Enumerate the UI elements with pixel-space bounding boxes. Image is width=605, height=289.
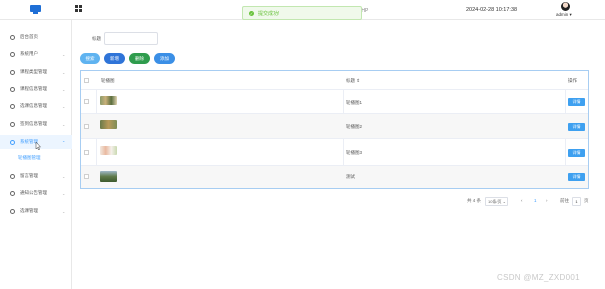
mouse-pointer-icon [35,142,41,150]
search-input[interactable] [104,32,158,45]
page-size-select[interactable]: 10条/页 ⌄ [485,197,508,206]
folder-icon [10,139,15,145]
menu-toggle-icon[interactable] [75,5,82,12]
page-number[interactable]: 1 [534,198,537,203]
detail-button[interactable]: 详情 [568,98,585,106]
chat-icon [10,173,15,179]
sidebar-item-label: 系统用户 [20,51,38,56]
row-title: 轮播图3 [346,150,363,155]
sidebar-item-home[interactable]: 后台首页 [0,30,72,44]
success-toast: ✓ 提交成功! [242,6,362,20]
column-header-title[interactable]: 标题 ⇕ [346,78,360,84]
sidebar-item-label: 后台首页 [20,34,38,39]
goto-label: 前往 [560,198,569,203]
row-checkbox[interactable] [84,99,89,104]
row-title: 测试 [346,174,355,179]
pagination-total: 共 4 条 [467,198,482,203]
chevron-down-icon: ⌄ [62,173,66,179]
carousel-thumbnail [100,96,117,105]
sidebar-item-label: 签到信息管理 [20,121,47,126]
sidebar-item-selection[interactable]: 选课管理 ⌄ [0,204,72,218]
sidebar-item-enrollment[interactable]: 选课信息管理 ⌄ [0,99,72,113]
bell-icon [10,190,15,196]
row-checkbox[interactable] [84,124,89,129]
sidebar-item-label: 课程信息管理 [20,86,47,91]
datetime-display: 2024-02-28 10:17:38 [466,7,518,13]
detail-button[interactable]: 详情 [568,173,585,181]
sidebar-item-label: 留言管理 [20,173,38,178]
sidebar-item-label: 通知公告管理 [20,190,47,195]
extra-button[interactable]: 添加 [154,53,175,64]
sidebar-subitem-label: 轮播图管理 [18,155,41,160]
column-header-image: 轮播图 [101,78,115,83]
username: admin [556,12,569,17]
table-row: 轮播图1 详情 [81,90,588,114]
goto-page-input[interactable]: 1 [572,197,581,206]
row-title: 轮播图2 [346,124,363,129]
sidebar-item-users[interactable]: 系统用户 ⌄ [0,47,72,61]
user-dropdown[interactable]: admin ▾ [556,12,572,18]
search-button[interactable]: 搜索 [80,53,100,64]
row-title: 轮播图1 [346,100,363,105]
sidebar-item-checkin[interactable]: 签到信息管理 ⌄ [0,117,72,131]
chevron-down-icon: ⌄ [62,103,66,109]
prev-page-button[interactable]: ‹ [521,198,523,203]
avatar[interactable] [561,2,570,11]
home-icon [10,34,15,40]
table-header-row: 轮播图 标题 ⇕ 操作 [81,71,588,90]
row-checkbox[interactable] [84,174,89,179]
page-unit-label: 页 [584,198,589,203]
column-header-action: 操作 [568,78,577,83]
add-button[interactable]: 新增 [104,53,125,64]
chevron-down-icon: ⌄ [62,51,66,57]
delete-button[interactable]: 删除 [129,53,150,64]
book-icon [10,69,15,75]
carousel-thumbnail [100,120,117,129]
chevron-up-icon: ⌃ [62,139,66,145]
sidebar-item-notices[interactable]: 通知公告管理 ⌄ [0,186,72,200]
grid-icon [10,208,15,214]
detail-button[interactable]: 详情 [568,123,585,131]
chevron-down-icon: ⌄ [62,208,66,214]
table-row: 轮播图2 详情 [81,114,588,139]
chevron-down-icon: ⌄ [62,86,66,92]
book-icon [10,103,15,109]
chevron-down-icon: ⌄ [62,121,66,127]
book-icon [10,121,15,127]
watermark: CSDN @MZ_ZXD001 [497,273,580,282]
sidebar-item-messages[interactable]: 留言管理 ⌄ [0,169,72,183]
sidebar-item-label: 选课管理 [20,208,38,213]
sidebar-item-courses[interactable]: 课程信息管理 ⌄ [0,82,72,96]
chevron-down-icon: ⌄ [62,190,66,196]
carousel-thumbnail [100,146,117,155]
toast-message: 提交成功! [258,10,280,17]
row-checkbox[interactable] [84,150,89,155]
search-label: 标题 [92,36,101,41]
page-size-value: 10条/页 [488,199,502,204]
sidebar-item-label: 选课信息管理 [20,103,47,108]
next-page-button[interactable]: › [546,198,548,203]
data-table: 轮播图 标题 ⇕ 操作 轮播图1 详情 轮播图2 详情 轮播图3 详情 测试 详… [80,70,589,189]
user-icon [10,51,15,57]
table-row: 轮播图3 详情 [81,139,588,166]
sidebar-item-label: 课程类型管理 [20,69,47,74]
check-icon: ✓ [249,10,254,16]
sidebar-item-course-types[interactable]: 课程类型管理 ⌄ [0,65,72,79]
book-icon [10,86,15,92]
monitor-icon [30,5,41,14]
select-all-checkbox[interactable] [84,78,89,83]
sidebar-subitem-carousel[interactable]: 轮播图管理 [0,152,72,164]
table-row: 测试 详情 [81,166,588,188]
detail-button[interactable]: 详情 [568,149,585,157]
carousel-thumbnail [100,171,117,182]
chevron-down-icon: ⌄ [62,69,66,75]
